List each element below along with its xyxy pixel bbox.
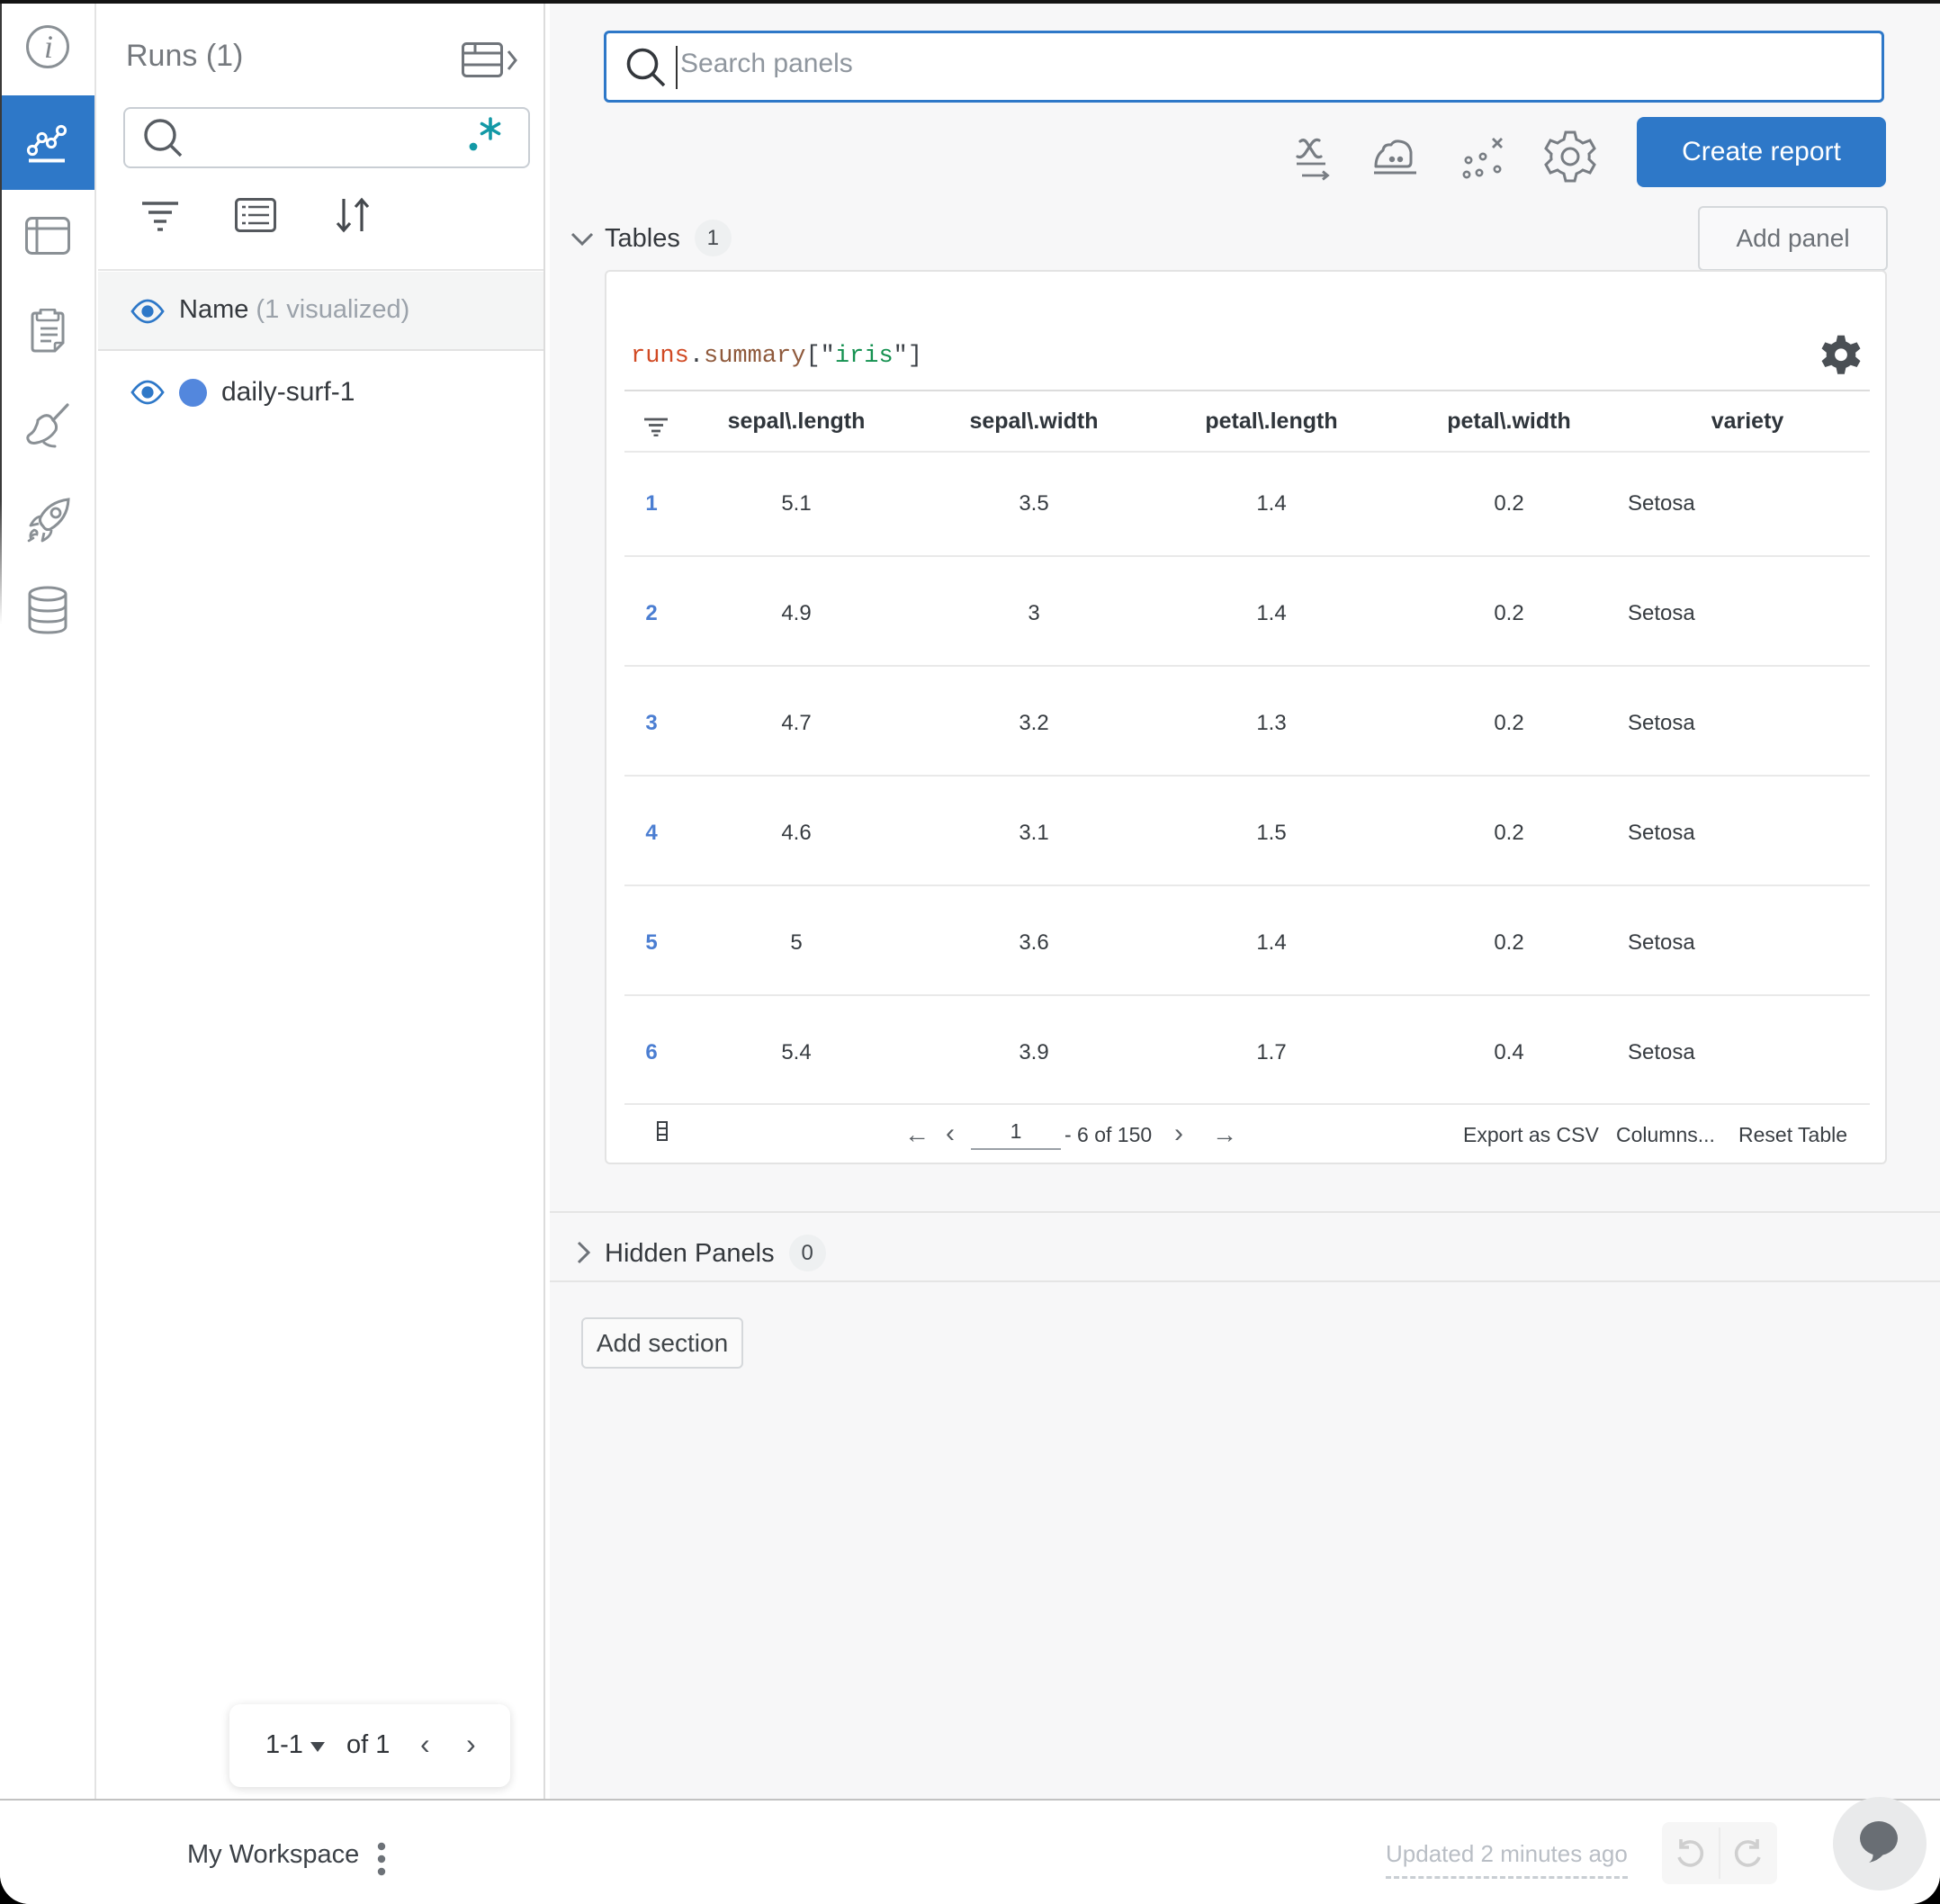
- svg-text:i: i: [43, 29, 52, 65]
